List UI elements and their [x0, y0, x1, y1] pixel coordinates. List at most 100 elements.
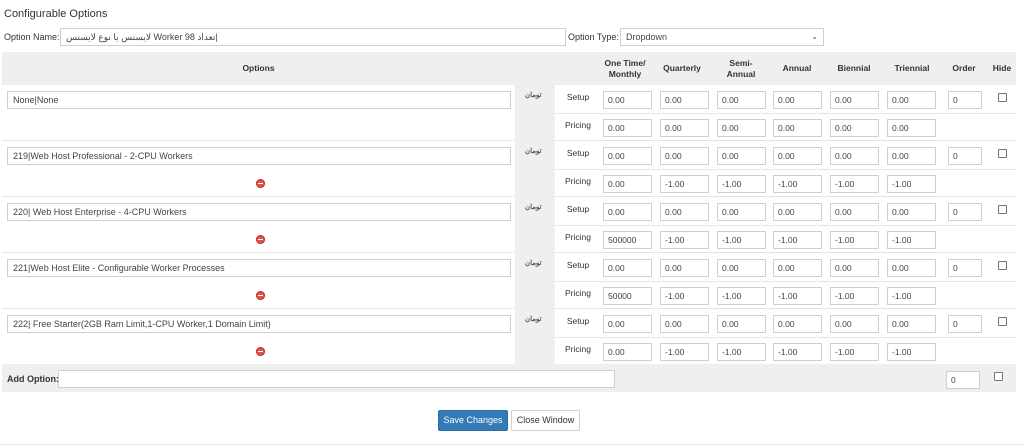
setup-semiannual-input[interactable]: 0.00	[717, 91, 766, 109]
pricing-quarterly-input[interactable]: -1.00	[660, 231, 709, 249]
setup-triennial-input[interactable]: 0.00	[887, 315, 936, 333]
setup-semiannual-input[interactable]: 0.00	[717, 147, 766, 165]
hide-checkbox[interactable]	[998, 317, 1007, 326]
setup-quarterly-input[interactable]: 0.00	[660, 259, 709, 277]
setup-onetime-input[interactable]: 0.00	[603, 259, 652, 277]
pricing-triennial-input[interactable]: -1.00	[887, 175, 936, 193]
pricing-biennial-input[interactable]: -1.00	[830, 175, 879, 193]
hide-checkbox[interactable]	[998, 93, 1007, 102]
header-options: Options	[242, 63, 275, 73]
order-input[interactable]: 0	[948, 203, 982, 221]
setup-onetime-input[interactable]: 0.00	[603, 91, 652, 109]
pricing-label: Pricing	[565, 288, 591, 298]
setup-semiannual-input[interactable]: 0.00	[717, 203, 766, 221]
option-name-input[interactable]: لایسنس یا نوع لایسنس Worker تعداد 98|	[60, 28, 566, 46]
header-hide: Hide	[992, 63, 1012, 73]
delete-option-icon[interactable]	[256, 347, 265, 356]
currency-label: تومان	[525, 204, 542, 211]
setup-annual-input[interactable]: 0.00	[773, 147, 822, 165]
setup-quarterly-input[interactable]: 0.00	[660, 203, 709, 221]
pricing-onetime-input[interactable]: 50000	[603, 287, 652, 305]
pricing-semiannual-input[interactable]: -1.00	[717, 231, 766, 249]
pricing-biennial-input[interactable]: -1.00	[830, 287, 879, 305]
add-option-hide-checkbox[interactable]	[994, 372, 1003, 381]
divider	[555, 281, 1016, 282]
setup-annual-input[interactable]: 0.00	[773, 91, 822, 109]
option-name-field[interactable]: 221|Web Host Elite - Configurable Worker…	[7, 259, 511, 277]
pricing-semiannual-input[interactable]: 0.00	[717, 119, 766, 137]
setup-annual-input[interactable]: 0.00	[773, 259, 822, 277]
add-option-input[interactable]	[58, 370, 615, 388]
setup-triennial-input[interactable]: 0.00	[887, 259, 936, 277]
setup-biennial-input[interactable]: 0.00	[830, 315, 879, 333]
pricing-triennial-input[interactable]: -1.00	[887, 287, 936, 305]
pricing-semiannual-input[interactable]: -1.00	[717, 287, 766, 305]
setup-annual-input[interactable]: 0.00	[773, 203, 822, 221]
setup-semiannual-input[interactable]: 0.00	[717, 259, 766, 277]
pricing-onetime-input[interactable]: 0.00	[603, 119, 652, 137]
setup-quarterly-input[interactable]: 0.00	[660, 91, 709, 109]
setup-triennial-input[interactable]: 0.00	[887, 147, 936, 165]
delete-option-icon[interactable]	[256, 291, 265, 300]
setup-onetime-input[interactable]: 0.00	[603, 203, 652, 221]
delete-option-icon[interactable]	[256, 235, 265, 244]
hide-checkbox[interactable]	[998, 205, 1007, 214]
setup-biennial-input[interactable]: 0.00	[830, 147, 879, 165]
pricing-annual-input[interactable]: -1.00	[773, 175, 822, 193]
chevron-down-icon: ⌄	[811, 32, 818, 41]
setup-triennial-input[interactable]: 0.00	[887, 203, 936, 221]
pricing-onetime-input[interactable]: 0.00	[603, 343, 652, 361]
setup-biennial-input[interactable]: 0.00	[830, 91, 879, 109]
add-option-order-input[interactable]: 0	[946, 371, 980, 389]
delete-option-icon[interactable]	[256, 179, 265, 188]
order-input[interactable]: 0	[948, 91, 982, 109]
pricing-annual-input[interactable]: -1.00	[773, 231, 822, 249]
page-title: Configurable Options	[4, 8, 108, 20]
setup-biennial-input[interactable]: 0.00	[830, 259, 879, 277]
pricing-annual-input[interactable]: 0.00	[773, 119, 822, 137]
pricing-semiannual-input[interactable]: -1.00	[717, 343, 766, 361]
pricing-biennial-input[interactable]: -1.00	[830, 231, 879, 249]
pricing-triennial-input[interactable]: -1.00	[887, 231, 936, 249]
setup-semiannual-input[interactable]: 0.00	[717, 315, 766, 333]
option-type-select[interactable]: Dropdown ⌄	[620, 28, 824, 46]
option-row: 219|Web Host Professional - 2-CPU Worker…	[2, 141, 1016, 197]
option-name-field[interactable]: None|None	[7, 91, 511, 109]
order-input[interactable]: 0	[948, 315, 982, 333]
pricing-annual-input[interactable]: -1.00	[773, 343, 822, 361]
pricing-semiannual-input[interactable]: -1.00	[717, 175, 766, 193]
close-window-button[interactable]: Close Window	[511, 410, 580, 431]
setup-quarterly-input[interactable]: 0.00	[660, 315, 709, 333]
setup-onetime-input[interactable]: 0.00	[603, 147, 652, 165]
pricing-quarterly-input[interactable]: -1.00	[660, 175, 709, 193]
option-name-label: Option Name:	[4, 32, 60, 42]
pricing-label: Pricing	[565, 232, 591, 242]
option-name-field[interactable]: 222| Free Starter(2GB Ram Limit,1-CPU Wo…	[7, 315, 511, 333]
setup-triennial-input[interactable]: 0.00	[887, 91, 936, 109]
order-input[interactable]: 0	[948, 259, 982, 277]
pricing-onetime-input[interactable]: 500000	[603, 231, 652, 249]
pricing-onetime-input[interactable]: 0.00	[603, 175, 652, 193]
pricing-annual-input[interactable]: -1.00	[773, 287, 822, 305]
option-name-field[interactable]: 219|Web Host Professional - 2-CPU Worker…	[7, 147, 511, 165]
order-input[interactable]: 0	[948, 147, 982, 165]
header-order: Order	[952, 63, 976, 73]
hide-checkbox[interactable]	[998, 261, 1007, 270]
setup-biennial-input[interactable]: 0.00	[830, 203, 879, 221]
pricing-triennial-input[interactable]: 0.00	[887, 119, 936, 137]
pricing-triennial-input[interactable]: -1.00	[887, 343, 936, 361]
option-name-field[interactable]: 220| Web Host Enterprise - 4-CPU Workers	[7, 203, 511, 221]
save-changes-button[interactable]: Save Changes	[438, 410, 508, 431]
header-biennial: Biennial	[837, 63, 871, 73]
add-option-label: Add Option:	[7, 374, 59, 384]
pricing-quarterly-input[interactable]: -1.00	[660, 343, 709, 361]
setup-annual-input[interactable]: 0.00	[773, 315, 822, 333]
hide-checkbox[interactable]	[998, 149, 1007, 158]
currency-label: تومان	[525, 316, 542, 323]
pricing-quarterly-input[interactable]: -1.00	[660, 287, 709, 305]
pricing-biennial-input[interactable]: -1.00	[830, 343, 879, 361]
pricing-biennial-input[interactable]: 0.00	[830, 119, 879, 137]
setup-onetime-input[interactable]: 0.00	[603, 315, 652, 333]
pricing-quarterly-input[interactable]: 0.00	[660, 119, 709, 137]
setup-quarterly-input[interactable]: 0.00	[660, 147, 709, 165]
